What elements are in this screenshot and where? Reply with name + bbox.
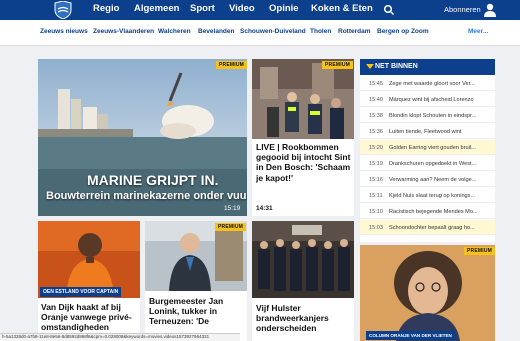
news-text[interactable]: Luiten tiende, Fleetwood wint (389, 129, 493, 135)
subnav-tholen[interactable]: Tholen (310, 28, 331, 35)
net-binnen-header: NET BINNEN (360, 59, 495, 75)
news-item[interactable]: 15:20 Golden Earring viert gouden bruil..… (360, 140, 495, 155)
news-time: 15:36 (369, 129, 383, 135)
news-item[interactable]: 15:36 Luiten tiende, Fleetwood wint (360, 124, 495, 139)
news-time: 15:16 (369, 177, 383, 183)
news-text[interactable]: Golden Earring viert gouden bruil... (389, 145, 493, 151)
nav-algemeen[interactable]: Algemeen (134, 3, 179, 14)
news-item[interactable]: 15:11 Kjeld Nuis slaat terug op konings..… (360, 188, 495, 203)
subnav-bevelanden[interactable]: Bevelanden (198, 28, 235, 35)
column-article[interactable]: PREMIUM COLUMN ORANJE VAN DER VLIETEN (360, 245, 495, 341)
news-item[interactable]: 15:38 Blondin klopt Schouten in eindspr..… (360, 108, 495, 123)
net-binnen-title: NET BINNEN (375, 63, 418, 70)
news-text[interactable]: Schoondochter bepaalt graag ho... (389, 225, 493, 231)
news-text[interactable]: Zege met waarde gloort voor Ver... (389, 81, 493, 87)
news-time: 15:03 (369, 225, 383, 231)
van-dijk-title[interactable]: Van Dijk haakt af bij Oranje vanwege pri… (41, 302, 139, 333)
news-item[interactable]: 15:45 Zege met waarde gloort voor Ver... (360, 76, 495, 91)
subnav-more-link[interactable]: Meer... (468, 28, 488, 35)
hero-subheadline: Bouwterrein marinekazerne onder vuur (46, 190, 247, 202)
subnav-zeeuws-nieuws[interactable]: Zeeuws nieuws (40, 28, 88, 35)
news-text[interactable]: Drankschuren opgedoekt in West... (389, 161, 493, 167)
premium-badge: PREMIUM (464, 247, 495, 255)
news-time: 15:19 (369, 161, 383, 167)
subnav-rotterdam[interactable]: Rotterdam (338, 28, 371, 35)
user-icon[interactable] (483, 2, 497, 18)
hero-article[interactable]: PREMIUM MARINE GRIJPT IN. Bouwterrein ma… (38, 59, 247, 216)
news-time: 15:11 (369, 193, 383, 199)
premium-badge: PREMIUM (322, 61, 354, 69)
news-item[interactable]: 15:03 Schoondochter bepaalt graag ho... (360, 220, 495, 235)
news-time: 15:10 (369, 209, 383, 215)
news-time: 15:40 (369, 97, 383, 103)
news-item[interactable]: 15:16 Verwarming aan? Neem de volge... (360, 172, 495, 187)
news-time: 15:38 (369, 113, 383, 119)
burgemeester-article[interactable]: PREMIUM Burgemeester Jan Lonink, tukker … (145, 221, 247, 341)
news-time: 15:20 (369, 145, 383, 151)
subnav-zeeuws-vlaanderen[interactable]: Zeeuws-Vlaanderen (93, 28, 154, 35)
hulster-article[interactable]: Vijf Hulster brandweerkanjers onderschei… (252, 221, 354, 341)
logo-icon[interactable] (53, 1, 73, 19)
column-image (360, 245, 495, 341)
hero-headline: MARINE GRIJPT IN. (87, 172, 219, 188)
news-time: 15:45 (369, 81, 383, 87)
burgemeester-image (145, 221, 247, 291)
nav-regio[interactable]: Regio (93, 3, 119, 14)
news-item[interactable]: 15:19 Drankschuren opgedoekt in West... (360, 156, 495, 171)
news-item[interactable]: 15:10 Racistisch bejegende Mendes Mo... (360, 204, 495, 219)
subscribe-link[interactable]: Abonneren (444, 5, 481, 14)
hulster-image (252, 221, 354, 298)
search-icon[interactable] (383, 4, 395, 16)
subnav-walcheren[interactable]: Walcheren (158, 28, 191, 35)
van-dijk-article[interactable]: OEN ESTLAND VOOR CAPTAIN Van Dijk haakt … (38, 221, 140, 341)
net-binnen-panel: NET BINNEN 15:45 Zege met waarde gloort v… (360, 59, 495, 242)
van-dijk-tag: OEN ESTLAND VOOR CAPTAIN (40, 287, 122, 297)
nav-sport[interactable]: Sport (190, 3, 215, 14)
nav-opinie[interactable]: Opinie (269, 3, 299, 14)
nav-koken-eten[interactable]: Koken & Eten (311, 3, 373, 14)
top-navigation: Regio Algemeen Sport Video Opinie Koken … (0, 0, 520, 20)
status-bar: h-5a1328d0-a7b8-11e8-8e56-8d8592d868f6&c… (0, 333, 240, 341)
region-navigation: Zeeuws nieuws Zeeuws-Vlaanderen Walchere… (0, 20, 520, 46)
subnav-schouwen-duiveland[interactable]: Schouwen-Duiveland (240, 28, 306, 35)
news-text[interactable]: Verwarming aan? Neem de volge... (389, 177, 493, 183)
triangle-icon (366, 64, 374, 69)
news-text[interactable]: Blondin klopt Schouten in eindspr... (389, 113, 493, 119)
news-text[interactable]: Márquez wint bij afscheid Lorenzo (389, 97, 493, 103)
news-text[interactable]: Racistisch bejegende Mendes Mo... (389, 209, 493, 215)
hero-time: 15:19 (224, 205, 241, 212)
nav-video[interactable]: Video (229, 3, 255, 14)
live-time: 14:31 (256, 205, 273, 212)
burgemeester-title[interactable]: Burgemeester Jan Lonink, tukker in Terne… (149, 296, 245, 327)
live-image (252, 59, 354, 139)
live-article[interactable]: PREMIUM LIVE | Rookbommen gegooid bij in… (252, 59, 354, 216)
premium-badge: PREMIUM (216, 61, 247, 69)
hulster-title[interactable]: Vijf Hulster brandweerkanjers onderschei… (256, 303, 352, 334)
news-text[interactable]: Kjeld Nuis slaat terug op konings... (389, 193, 493, 199)
column-tag: COLUMN ORANJE VAN DER VLIETEN (366, 331, 455, 340)
news-item[interactable]: 15:40 Márquez wint bij afscheid Lorenzo (360, 92, 495, 107)
live-title[interactable]: LIVE | Rookbommen gegooid bij intocht Si… (256, 142, 352, 183)
subnav-bergen-op-zoom[interactable]: Bergen op Zoom (377, 28, 429, 35)
premium-badge: PREMIUM (215, 223, 247, 231)
